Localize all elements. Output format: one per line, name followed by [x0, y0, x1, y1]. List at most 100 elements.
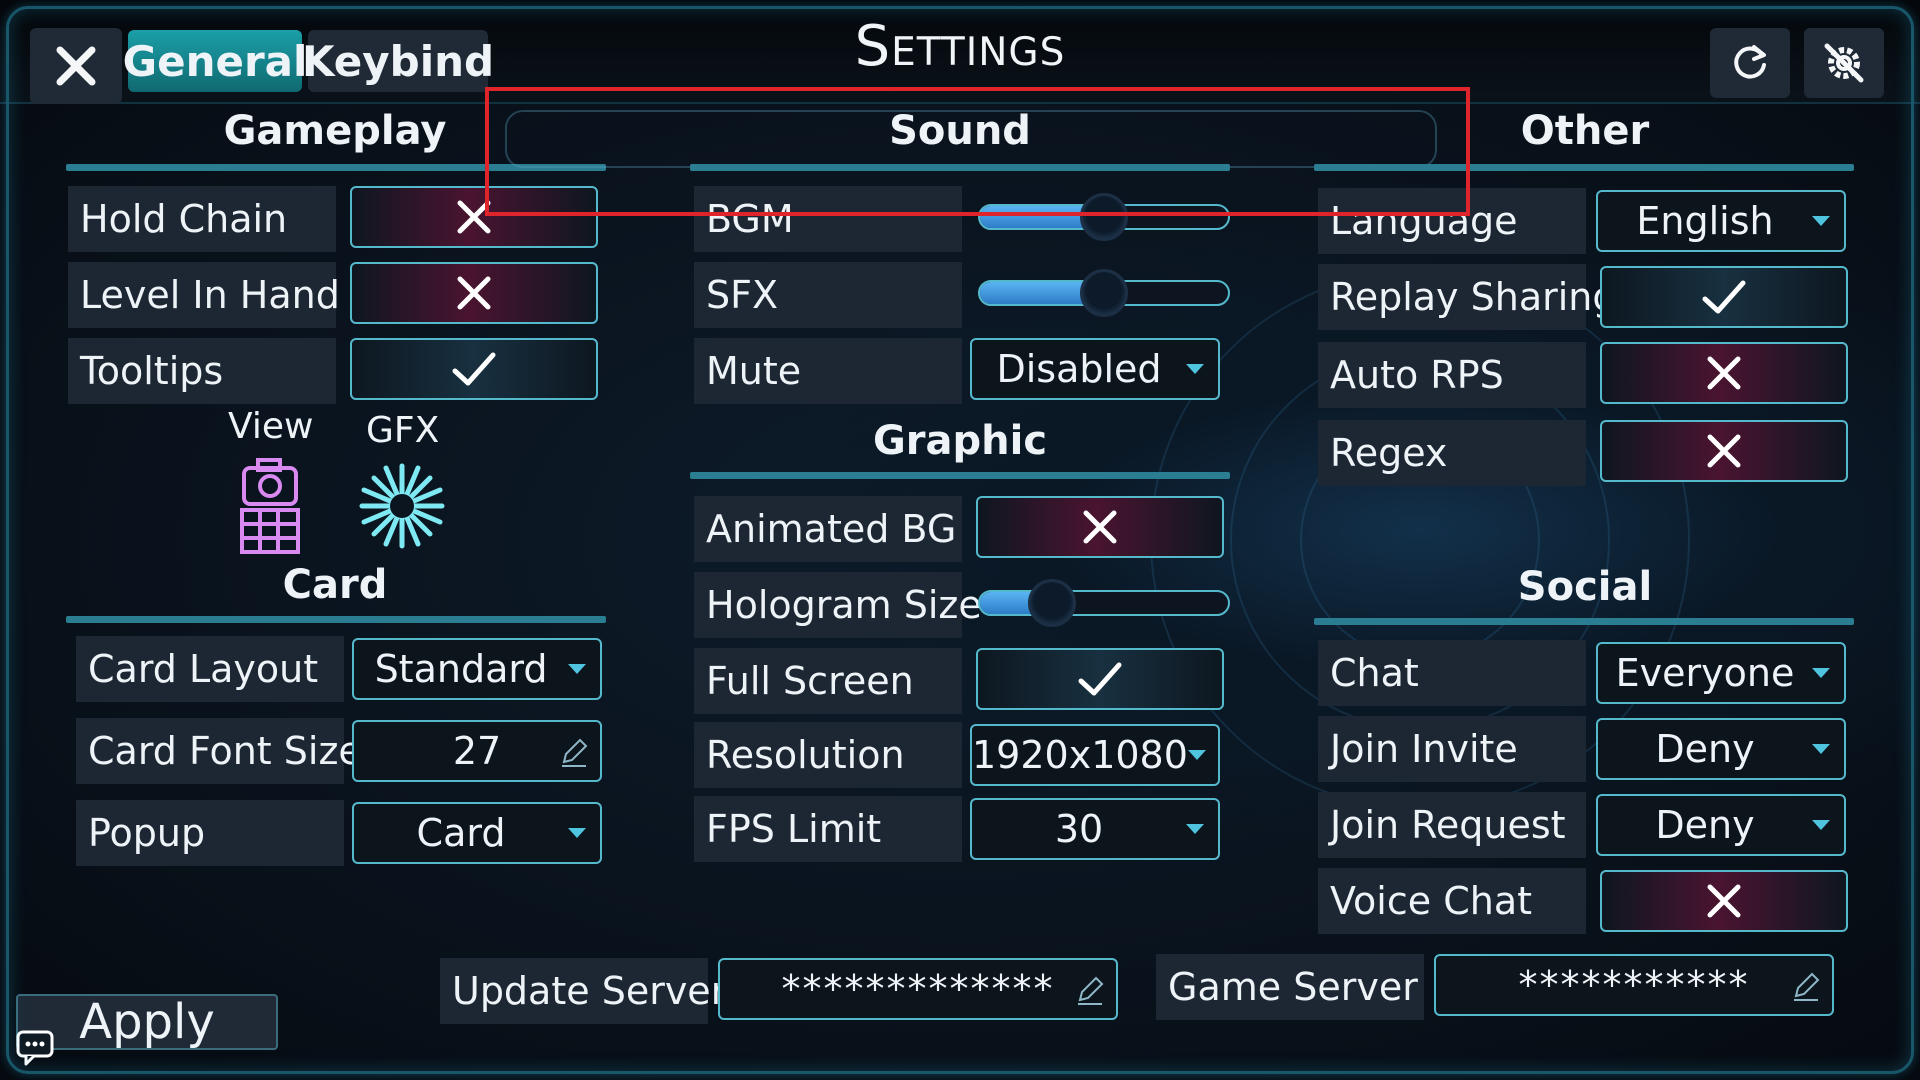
card-title: Card — [282, 562, 388, 608]
hologram-size-label: Hologram Size — [694, 572, 982, 638]
x-icon — [457, 200, 491, 234]
check-icon — [1078, 662, 1122, 696]
chevron-down-icon — [1812, 216, 1830, 226]
x-icon — [1707, 884, 1741, 918]
view-button[interactable] — [236, 456, 306, 560]
chevron-down-icon — [1812, 820, 1830, 830]
pencil-icon — [562, 738, 588, 767]
language-dropdown[interactable]: English — [1596, 190, 1846, 252]
level-in-hand-label: Level In Hand — [68, 262, 340, 328]
full-screen-toggle[interactable] — [976, 648, 1224, 710]
gameplay-divider — [66, 164, 606, 171]
tooltips-toggle[interactable] — [350, 338, 598, 400]
join-request-dropdown[interactable]: Deny — [1596, 794, 1846, 856]
page-title: Settings — [854, 14, 1066, 79]
popup-value: Card — [416, 811, 506, 855]
refresh-icon — [1734, 45, 1766, 79]
tab-general[interactable]: General — [123, 30, 307, 92]
chat-button[interactable] — [14, 1026, 56, 1068]
chevron-down-icon — [1186, 824, 1204, 834]
sound-title: Sound — [889, 108, 1031, 154]
sfx-slider-handle[interactable] — [1080, 269, 1128, 317]
full-screen-label: Full Screen — [694, 648, 962, 714]
game-server-input[interactable]: *********** — [1434, 954, 1834, 1016]
card-font-size-value: 27 — [452, 729, 502, 773]
resolution-value: 1920x1080 — [972, 733, 1188, 777]
mute-label: Mute — [694, 338, 962, 404]
bgm-slider[interactable] — [978, 193, 1230, 241]
game-server-label: Game Server — [1156, 954, 1424, 1020]
hold-chain-label: Hold Chain — [68, 186, 336, 252]
join-invite-dropdown[interactable]: Deny — [1596, 718, 1846, 780]
auto-rps-label: Auto RPS — [1318, 342, 1586, 408]
popup-label: Popup — [76, 800, 344, 866]
graphic-divider — [690, 472, 1230, 479]
card-font-size-label: Card Font Size — [76, 718, 362, 784]
chevron-down-icon — [1812, 744, 1830, 754]
check-icon — [452, 352, 496, 386]
hold-chain-toggle[interactable] — [350, 186, 598, 248]
bgm-slider-handle[interactable] — [1080, 193, 1128, 241]
x-icon — [1707, 434, 1741, 468]
resolution-dropdown[interactable]: 1920x1080 — [970, 724, 1220, 786]
chat-value: Everyone — [1615, 651, 1795, 695]
animated-bg-label: Animated BG — [694, 496, 962, 562]
update-server-label: Update Server — [440, 958, 726, 1024]
view-label: View — [228, 406, 314, 447]
gfx-button[interactable] — [356, 460, 448, 556]
other-divider — [1314, 164, 1854, 171]
hologram-size-slider-handle[interactable] — [1028, 579, 1076, 627]
chevron-down-icon — [1187, 750, 1206, 760]
mute-dropdown[interactable]: Disabled — [970, 338, 1220, 400]
card-layout-value: Standard — [374, 647, 548, 691]
settings-screen: General Keybind Settings Gameplay Hold C… — [0, 0, 1920, 1080]
fps-limit-value: 30 — [1054, 807, 1104, 851]
replay-sharing-label: Replay Sharing — [1318, 264, 1616, 330]
join-invite-value: Deny — [1655, 727, 1755, 771]
language-label: Language — [1318, 188, 1586, 254]
bgm-label: BGM — [694, 186, 962, 252]
join-invite-label: Join Invite — [1318, 716, 1586, 782]
voice-chat-label: Voice Chat — [1318, 868, 1586, 934]
close-button[interactable] — [30, 28, 122, 104]
game-server-value: *********** — [1518, 963, 1750, 1007]
level-in-hand-toggle[interactable] — [350, 262, 598, 324]
fps-limit-dropdown[interactable]: 30 — [970, 798, 1220, 860]
graphic-title: Graphic — [872, 418, 1048, 464]
auto-rps-toggle[interactable] — [1600, 342, 1848, 404]
close-icon — [56, 46, 96, 86]
chevron-down-icon — [568, 828, 586, 838]
mute-value: Disabled — [996, 347, 1162, 391]
sound-divider — [690, 164, 1230, 171]
check-icon — [1702, 280, 1746, 314]
card-divider — [66, 616, 606, 623]
update-server-input[interactable]: ************* — [718, 958, 1118, 1020]
card-font-size-input[interactable]: 27 — [352, 720, 602, 782]
replay-sharing-toggle[interactable] — [1600, 266, 1848, 328]
card-layout-dropdown[interactable]: Standard — [352, 638, 602, 700]
other-title: Other — [1520, 108, 1650, 154]
chat-dropdown[interactable]: Everyone — [1596, 642, 1846, 704]
animated-bg-toggle[interactable] — [976, 496, 1224, 558]
x-icon — [1707, 356, 1741, 390]
regex-label: Regex — [1318, 420, 1586, 486]
gear-off-icon — [1824, 43, 1864, 83]
graphics-off-button[interactable] — [1804, 28, 1884, 98]
join-request-value: Deny — [1655, 803, 1755, 847]
reset-button[interactable] — [1710, 28, 1790, 98]
card-layout-label: Card Layout — [76, 636, 344, 702]
sfx-slider[interactable] — [978, 269, 1230, 317]
starburst-icon — [359, 463, 445, 549]
tab-keybind[interactable]: Keybind — [302, 30, 494, 92]
pencil-icon — [1794, 972, 1820, 1001]
voice-chat-toggle[interactable] — [1600, 870, 1848, 932]
hologram-size-slider[interactable] — [978, 579, 1230, 627]
language-value: English — [1636, 199, 1774, 243]
chat-label: Chat — [1318, 640, 1586, 706]
pencil-icon — [1078, 976, 1104, 1005]
regex-toggle[interactable] — [1600, 420, 1848, 482]
x-icon — [457, 276, 491, 310]
x-icon — [1083, 510, 1117, 544]
popup-dropdown[interactable]: Card — [352, 802, 602, 864]
gfx-label: GFX — [366, 410, 440, 451]
